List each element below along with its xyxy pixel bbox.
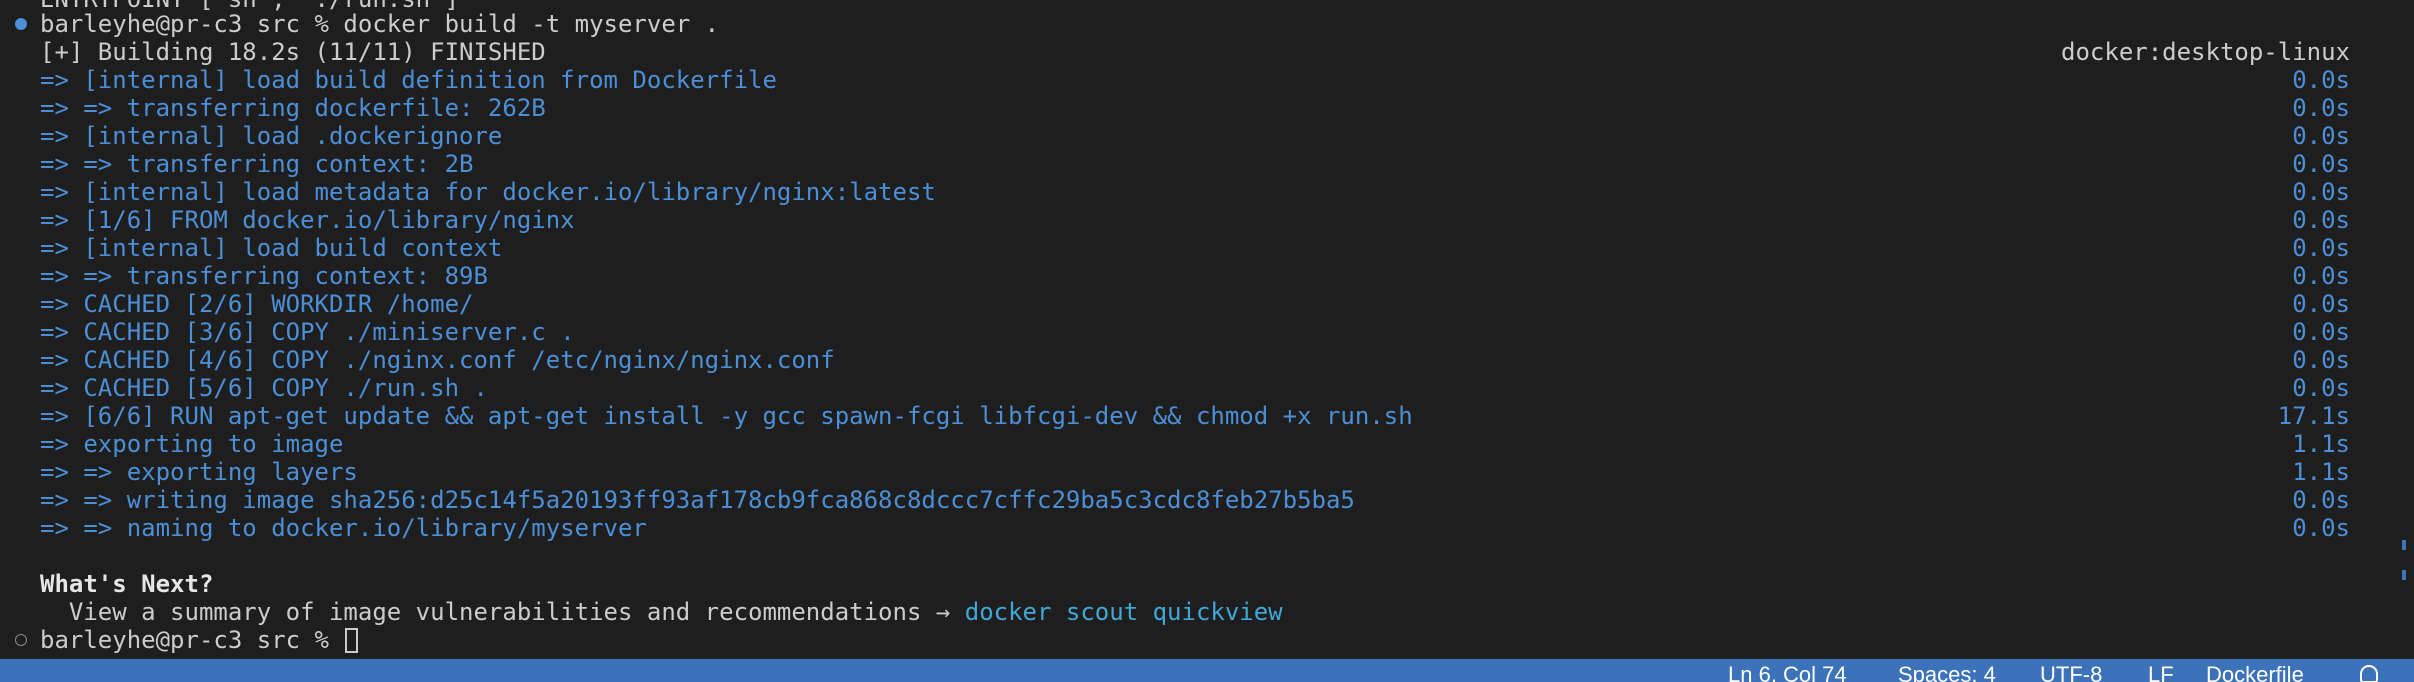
whats-next-heading: What's Next? — [40, 570, 214, 598]
summary-prefix: View a summary of image vulnerabilities … — [40, 598, 965, 626]
build-step-time: 0.0s — [2292, 514, 2350, 542]
encoding-setting[interactable]: UTF-8 — [2040, 663, 2102, 682]
build-step-text: => CACHED [2/6] WORKDIR /home/ — [40, 290, 474, 318]
build-step-text: => => transferring context: 2B — [40, 150, 474, 178]
builder-name: docker:desktop-linux — [2061, 38, 2350, 66]
whats-next-line: What's Next? — [0, 570, 2414, 598]
build-step-time: 0.0s — [2292, 206, 2350, 234]
build-step-text: => [internal] load .dockerignore — [40, 122, 503, 150]
build-step-text: => => transferring dockerfile: 262B — [40, 94, 546, 122]
final-prompt: barleyhe@pr-c3 src % — [40, 626, 344, 654]
build-step-time: 0.0s — [2292, 94, 2350, 122]
build-step-line: => CACHED [2/6] WORKDIR /home/0.0s — [0, 290, 2414, 318]
build-step-text: => => exporting layers — [40, 458, 358, 486]
command-text: barleyhe@pr-c3 src % docker build -t mys… — [40, 10, 720, 38]
build-step-line: => => writing image sha256:d25c14f5a2019… — [0, 486, 2414, 514]
build-step-text: => CACHED [5/6] COPY ./run.sh . — [40, 374, 488, 402]
build-step-line: => [internal] load build definition from… — [0, 66, 2414, 94]
build-step-line: => CACHED [4/6] COPY ./nginx.conf /etc/n… — [0, 346, 2414, 374]
build-step-line: => [internal] load .dockerignore 0.0s — [0, 122, 2414, 150]
build-summary-line: [+] Building 18.2s (11/11) FINISHED dock… — [0, 38, 2414, 66]
build-step-time: 0.0s — [2292, 290, 2350, 318]
build-step-text: => => naming to docker.io/library/myserv… — [40, 514, 647, 542]
build-step-text: => exporting to image — [40, 430, 344, 458]
build-step-line: => => transferring context: 2B 0.0s — [0, 150, 2414, 178]
build-step-text: => [1/6] FROM docker.io/library/nginx — [40, 206, 575, 234]
build-step-text: => => writing image sha256:d25c14f5a2019… — [40, 486, 1355, 514]
build-step-time: 0.0s — [2292, 374, 2350, 402]
build-step-time: 1.1s — [2292, 430, 2350, 458]
build-step-text: => CACHED [3/6] COPY ./miniserver.c . — [40, 318, 575, 346]
build-step-time: 0.0s — [2292, 262, 2350, 290]
build-step-line: => => naming to docker.io/library/myserv… — [0, 514, 2414, 542]
build-step-text: => [6/6] RUN apt-get update && apt-get i… — [40, 402, 1413, 430]
build-step-time: 0.0s — [2292, 318, 2350, 346]
cursor-position[interactable]: Ln 6, Col 74 — [1728, 663, 1847, 682]
build-summary-text: [+] Building 18.2s (11/11) FINISHED — [40, 38, 546, 66]
build-step-line: => CACHED [3/6] COPY ./miniserver.c . 0.0… — [0, 318, 2414, 346]
build-step-text: => [internal] load build definition from… — [40, 66, 777, 94]
build-step-line: => [internal] load metadata for docker.i… — [0, 178, 2414, 206]
build-step-time: 0.0s — [2292, 234, 2350, 262]
terminal-panel[interactable]: ENTRYPOINT ["sh", "./run.sh"] barleyhe@p… — [0, 0, 2414, 659]
build-step-text: => [internal] load metadata for docker.i… — [40, 178, 936, 206]
build-step-line: => => exporting layers 1.1s — [0, 458, 2414, 486]
build-step-text: => CACHED [4/6] COPY ./nginx.conf /etc/n… — [40, 346, 835, 374]
build-step-time: 0.0s — [2292, 486, 2350, 514]
build-step-time: 17.1s — [2277, 402, 2350, 430]
build-step-time: 0.0s — [2292, 346, 2350, 374]
command-status-dot-icon[interactable] — [15, 18, 27, 30]
build-step-text: => => transferring context: 89B — [40, 262, 488, 290]
build-step-time: 0.0s — [2292, 122, 2350, 150]
status-bar: Ln 6, Col 74 Spaces: 4 UTF-8 LF Dockerfi… — [0, 659, 2414, 682]
final-prompt-line[interactable]: barleyhe@pr-c3 src % — [0, 626, 2414, 654]
build-step-line: => [internal] load build context 0.0s — [0, 234, 2414, 262]
build-step-time: 0.0s — [2292, 178, 2350, 206]
eol-setting[interactable]: LF — [2148, 663, 2174, 682]
build-step-line: => [1/6] FROM docker.io/library/nginx 0.0… — [0, 206, 2414, 234]
build-step-line: => CACHED [5/6] COPY ./run.sh . 0.0s — [0, 374, 2414, 402]
prompt-status-circle-icon — [15, 634, 27, 646]
build-step-line: => [6/6] RUN apt-get update && apt-get i… — [0, 402, 2414, 430]
build-step-time: 0.0s — [2292, 150, 2350, 178]
indentation-setting[interactable]: Spaces: 4 — [1898, 663, 1996, 682]
language-mode[interactable]: Dockerfile — [2206, 663, 2304, 682]
docker-scout-link[interactable]: docker scout quickview — [965, 598, 1283, 626]
build-step-time: 1.1s — [2292, 458, 2350, 486]
summary-text: View a summary of image vulnerabilities … — [40, 598, 1283, 626]
build-step-line: => => transferring context: 89B 0.0s — [0, 262, 2414, 290]
summary-line: View a summary of image vulnerabilities … — [0, 598, 2414, 626]
command-line: barleyhe@pr-c3 src % docker build -t mys… — [0, 10, 2414, 38]
build-step-line: => => transferring dockerfile: 262B 0.0s — [0, 94, 2414, 122]
build-step-text: => [internal] load build context — [40, 234, 503, 262]
scrollbar-marker[interactable] — [2402, 540, 2406, 550]
scrollbar-marker[interactable] — [2402, 570, 2406, 580]
build-step-time: 0.0s — [2292, 66, 2350, 94]
notifications-bell-icon[interactable] — [2360, 665, 2378, 682]
cursor-icon — [345, 628, 359, 653]
build-step-line: => exporting to image 1.1s — [0, 430, 2414, 458]
final-prompt-text[interactable]: barleyhe@pr-c3 src % — [40, 626, 359, 654]
